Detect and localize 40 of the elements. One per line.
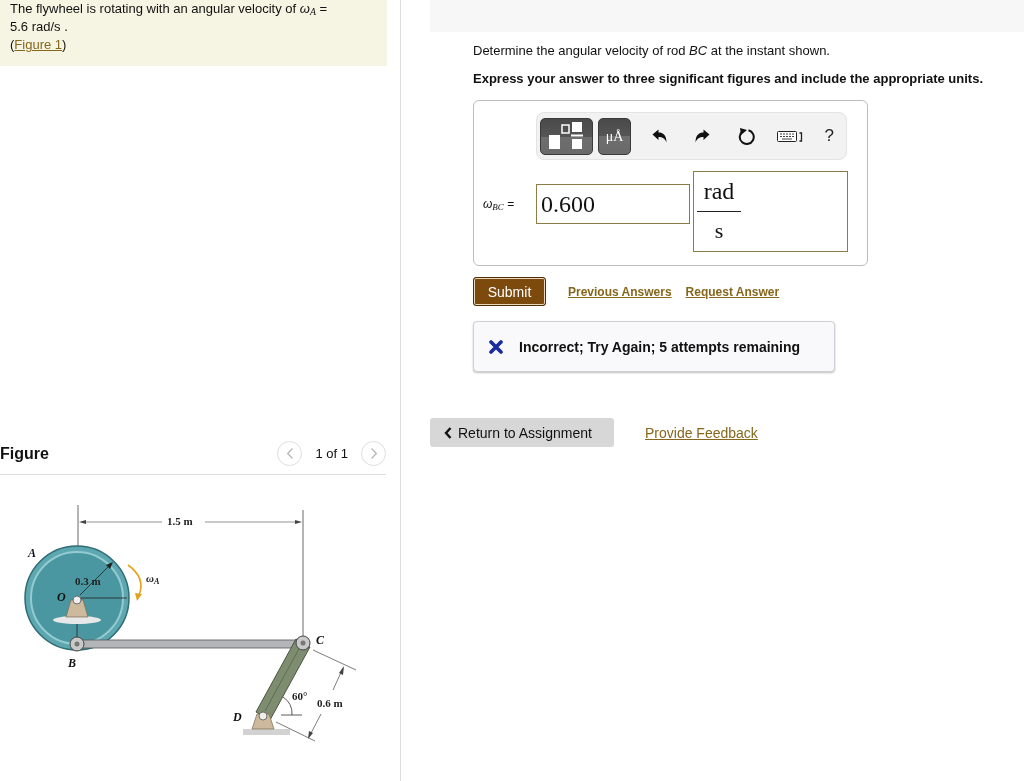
chevron-left-icon	[286, 448, 293, 459]
templates-button[interactable]	[540, 117, 593, 155]
feedback-text: Incorrect; Try Again; 5 attempts remaining	[519, 337, 801, 356]
figure-counter: 1 of 1	[315, 445, 348, 462]
templates-icon	[547, 122, 586, 150]
provide-feedback-link[interactable]: Provide Feedback	[645, 424, 758, 441]
keyboard-icon	[777, 130, 804, 142]
figure-heading: Figure	[0, 443, 49, 464]
chevron-left-icon	[444, 426, 452, 439]
return-to-assignment-button[interactable]: Return to Assignment	[430, 418, 614, 447]
undo-icon	[651, 129, 667, 143]
cross-icon	[489, 339, 503, 354]
symbols-button[interactable]: μÅ	[597, 117, 632, 155]
point-label: B	[68, 656, 76, 670]
reset-icon	[738, 127, 756, 145]
submit-button[interactable]: Submit	[473, 277, 546, 306]
variable-label: ω$_{BC}$ =	[483, 197, 516, 211]
point-label: O	[57, 590, 66, 604]
chevron-right-icon	[370, 448, 377, 459]
dimension-label: 1.5 m	[167, 515, 193, 528]
dimension-label: 60°	[292, 690, 308, 703]
figure-link[interactable]: Figure 1	[14, 37, 63, 52]
answer-link[interactable]: Request Answer	[685, 284, 780, 299]
units-denominator: s	[714, 217, 724, 245]
units-numerator: rad	[703, 177, 735, 206]
angular-velocity-label: ω$_{A}$	[146, 572, 160, 585]
dimension-label: 0.3 m	[75, 575, 101, 588]
instruction-text: Express your answer to three significant figures and include the appropriate units.	[473, 71, 984, 87]
problem-statement: The flywheel is rotating with an angular velocity of ω$_{A}$ = 5.6 rad/s .	[10, 0, 329, 36]
redo-icon	[695, 129, 711, 143]
answer-field[interactable]: 0.600	[536, 184, 690, 224]
dimension-label: 0.6 m	[317, 697, 343, 710]
point-label: A	[28, 546, 36, 560]
figure-reference: (Figure 1)	[10, 36, 67, 54]
units-field[interactable]: rad s	[693, 171, 848, 252]
point-label: D	[233, 710, 242, 724]
question-text: Determine the angular velocity of rod BC at the instant shown.	[473, 43, 831, 59]
answer-link[interactable]: Previous Answers	[568, 284, 672, 299]
help-button[interactable]: ?	[812, 117, 846, 155]
point-label: C	[316, 633, 324, 647]
